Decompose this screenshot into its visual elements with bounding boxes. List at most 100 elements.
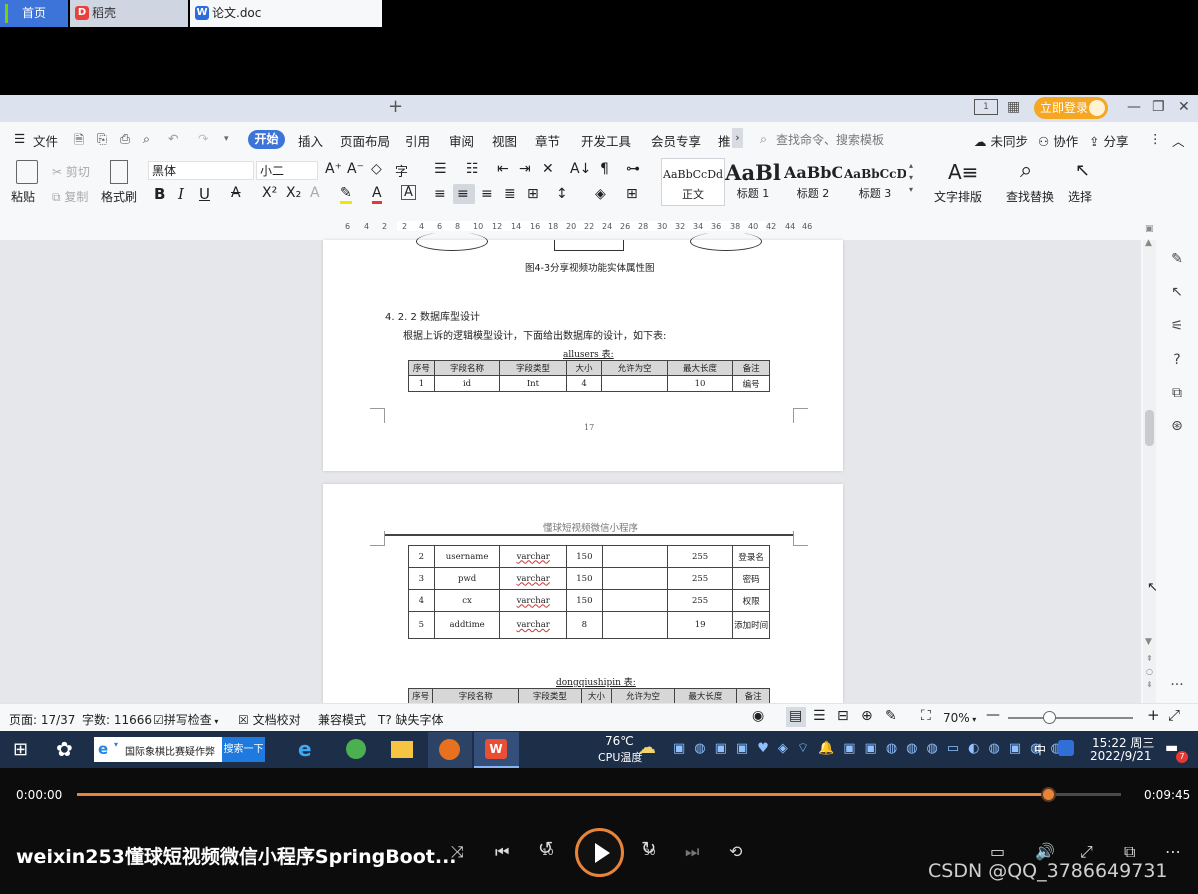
scroll-down-arrow[interactable]: ▼	[1145, 637, 1152, 647]
ie-search-text[interactable]: 国际象棋比赛疑作弊	[125, 743, 215, 758]
zoom-out-icon[interactable]: —	[986, 707, 1000, 723]
ie-taskbar-icon[interactable]: e	[298, 737, 312, 761]
doc-proofread[interactable]: ☒ 文档校对	[238, 711, 301, 728]
superscript-icon[interactable]: X²	[262, 185, 277, 201]
find-replace-button[interactable]: 查找替换	[1006, 188, 1054, 205]
menu-developer[interactable]: 开发工具	[581, 131, 631, 150]
translate-icon[interactable]: ⧉	[1168, 385, 1186, 403]
menu-review[interactable]: 审阅	[449, 131, 474, 150]
hamburger-icon[interactable]: ☰	[14, 131, 25, 146]
subtitles-icon[interactable]: ▭	[990, 842, 1005, 861]
menu-references[interactable]: 引用	[405, 131, 430, 150]
find-replace-icon[interactable]: ⌕	[1020, 158, 1032, 183]
style-scroll-icon[interactable]: ▴ ▾ ▾	[909, 160, 913, 196]
repeat-off-icon[interactable]: ⟲	[729, 842, 742, 861]
search-button[interactable]: 搜索一下	[222, 737, 265, 762]
collaborate-button[interactable]: ⚇ 协作	[1038, 131, 1078, 150]
previous-icon[interactable]: ⏮	[495, 842, 509, 862]
next-icon[interactable]: ⏭	[685, 842, 699, 862]
style-heading3[interactable]: AaBbCcD 标题 3	[844, 160, 906, 206]
italic-icon[interactable]: I	[178, 185, 184, 203]
weather-label[interactable]: CPU温度	[598, 749, 642, 765]
grid-apps-icon[interactable]: ▦	[1007, 99, 1020, 115]
page-view-icon[interactable]: ▤	[789, 708, 802, 724]
fullscreen-icon[interactable]: ⤢	[1168, 706, 1180, 724]
zoom-level[interactable]: 70% ▾	[943, 711, 976, 725]
scroll-up-arrow[interactable]: ▲	[1145, 238, 1152, 248]
tab-stops-icon[interactable]: ⊶	[626, 161, 640, 177]
more-dots-icon[interactable]: ···	[1168, 677, 1186, 695]
fullscreen-icon[interactable]: ⤢	[1080, 842, 1093, 862]
clock-date[interactable]: 2022/9/21	[1090, 749, 1152, 763]
pen-icon[interactable]: ✎	[1168, 251, 1186, 269]
strikethrough-icon[interactable]: A	[231, 185, 241, 201]
menu-scroll-right[interactable]: ›	[732, 128, 743, 148]
font-name-select[interactable]: 黑体	[148, 161, 254, 180]
location-icon[interactable]: ⊛	[1168, 418, 1186, 436]
mini-player-icon[interactable]: ⧉	[1124, 842, 1135, 862]
font-color-icon[interactable]: A	[372, 185, 382, 204]
align-center-icon[interactable]: ≡	[457, 186, 469, 202]
page-18[interactable]: 懂球短视频微信小程序 2 username varchar 150 255 登录名 3 pwd…	[323, 484, 843, 704]
print-icon[interactable]: ⎙	[120, 131, 130, 147]
app-fan-icon[interactable]: ✿	[56, 737, 73, 761]
decrease-indent-icon[interactable]: ⇤	[497, 161, 509, 177]
menu-view[interactable]: 视图	[492, 131, 517, 150]
qq-tray-icon[interactable]	[1058, 740, 1074, 756]
zoom-slider-knob[interactable]	[1043, 711, 1056, 724]
export-icon[interactable]: ⎘	[97, 131, 107, 147]
close-icon[interactable]: ✕	[1178, 99, 1190, 115]
shuffle-icon[interactable]: ⤨	[451, 842, 464, 862]
borders-icon[interactable]: ⊞	[626, 186, 638, 202]
paste-icon[interactable]	[16, 160, 38, 184]
pointer-icon[interactable]: ↖	[1168, 284, 1186, 302]
style-heading2[interactable]: AaBbC 标题 2	[784, 160, 842, 206]
redo-icon[interactable]: ↷	[198, 131, 208, 146]
format-painter-icon[interactable]	[110, 160, 128, 184]
style-heading1[interactable]: AaBl 标题 1	[723, 160, 783, 206]
minimize-icon[interactable]: —	[1127, 99, 1141, 115]
fit-page-icon[interactable]: ⛶	[921, 708, 931, 724]
menu-page-layout[interactable]: 页面布局	[340, 131, 390, 150]
adjust-icon[interactable]: ⚟	[1168, 318, 1186, 336]
scroll-up-icon[interactable]: ▣	[1145, 224, 1154, 234]
shading-icon[interactable]: ◈	[595, 186, 606, 202]
select-button[interactable]: 选择	[1068, 188, 1092, 205]
style-normal[interactable]: AaBbCcDd 正文	[663, 160, 723, 206]
line-spacing-icon[interactable]: ↕	[556, 186, 568, 202]
preview-icon[interactable]: ⌕	[143, 131, 150, 147]
windows-start-icon[interactable]: ⊞	[13, 739, 28, 760]
font-size-select[interactable]: 小二	[256, 161, 318, 180]
share-button[interactable]: ⇪ 分享	[1089, 131, 1128, 150]
vertical-scrollbar[interactable]	[1143, 240, 1156, 703]
subscript-icon[interactable]: X₂	[286, 185, 301, 201]
missing-font[interactable]: T? 缺失字体	[378, 711, 444, 728]
cloud-sync-status[interactable]: ☁ 未同步	[974, 131, 1028, 150]
web-view-icon[interactable]: ⊕	[861, 708, 873, 724]
command-search-input[interactable]: 查找命令、搜索模板	[776, 131, 884, 148]
sort-icon[interactable]: A↓	[570, 161, 591, 177]
more-options-icon[interactable]: ⋯	[1165, 842, 1181, 861]
eye-protection-icon[interactable]: ◉	[752, 708, 764, 724]
login-button[interactable]: 立即登录	[1034, 97, 1108, 119]
progress-knob[interactable]	[1040, 787, 1056, 802]
distributed-icon[interactable]: ⊞	[527, 186, 539, 202]
paste-button[interactable]: 粘贴	[11, 188, 35, 205]
scroll-thumb[interactable]	[1145, 410, 1154, 446]
word-count[interactable]: 字数: 11666	[82, 711, 152, 728]
bullet-list-icon[interactable]: ☰	[434, 161, 447, 177]
format-painter-button[interactable]: 格式刷	[101, 188, 137, 205]
cut-button[interactable]: ✂ 剪切	[52, 163, 90, 180]
zoom-slider-track[interactable]	[1008, 717, 1133, 719]
menu-recommend[interactable]: 推	[718, 131, 731, 150]
numbered-list-icon[interactable]: ☷	[466, 161, 479, 177]
align-left-icon[interactable]: ≡	[434, 186, 446, 202]
text-layout-icon[interactable]: A≡	[948, 160, 978, 184]
grow-font-icon[interactable]: A⁺	[325, 161, 342, 177]
align-right-icon[interactable]: ≡	[481, 186, 493, 202]
file-explorer-icon[interactable]	[391, 741, 413, 758]
help-icon[interactable]: ?	[1168, 352, 1186, 370]
copy-button[interactable]: ⧉ 复制	[52, 188, 88, 205]
chinese-layout-icon[interactable]: ✕	[542, 161, 554, 177]
highlight-icon[interactable]: ✎	[340, 185, 352, 204]
